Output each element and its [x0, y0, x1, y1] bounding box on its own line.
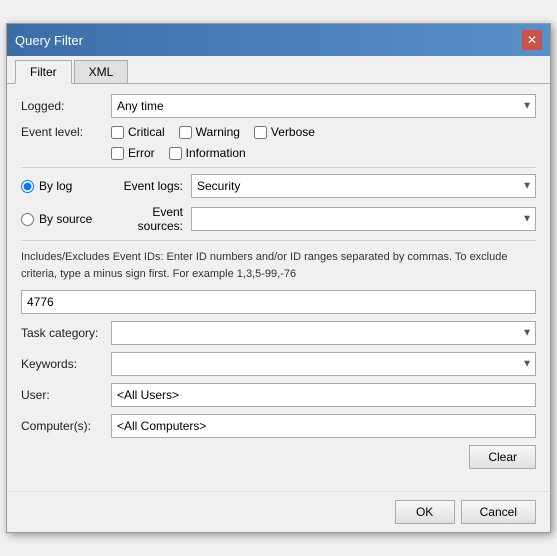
cancel-button[interactable]: Cancel — [461, 500, 536, 524]
checkbox-warning-label: Warning — [196, 125, 240, 139]
logged-label: Logged: — [21, 99, 111, 113]
filter-content: Logged: Any time ▼ Event level: Critical… — [7, 84, 550, 485]
clear-row: Clear — [21, 445, 536, 469]
checkbox-information-label: Information — [186, 146, 246, 160]
by-log-row: By log Event logs: Security ▼ — [21, 174, 536, 198]
checkbox-information[interactable]: Information — [169, 146, 246, 160]
ok-button[interactable]: OK — [395, 500, 455, 524]
tab-xml[interactable]: XML — [74, 60, 129, 83]
tab-bar: Filter XML — [7, 56, 550, 84]
event-logs-select-wrapper: Security ▼ — [191, 174, 536, 198]
checkbox-verbose-input[interactable] — [254, 126, 267, 139]
checkbox-error-label: Error — [128, 146, 155, 160]
task-category-label: Task category: — [21, 326, 111, 340]
checkbox-error[interactable]: Error — [111, 146, 155, 160]
keywords-select-wrapper: ▼ — [111, 352, 536, 376]
keywords-label: Keywords: — [21, 357, 111, 371]
event-id-row — [21, 290, 536, 314]
by-source-radio-label[interactable]: By source — [21, 212, 111, 226]
event-level-row: Event level: Critical Warning Verbose — [21, 125, 536, 139]
keywords-select[interactable] — [111, 352, 536, 376]
checkbox-critical-input[interactable] — [111, 126, 124, 139]
logged-select[interactable]: Any time — [111, 94, 536, 118]
clear-button[interactable]: Clear — [469, 445, 536, 469]
by-log-label: By log — [39, 179, 72, 193]
checkbox-critical[interactable]: Critical — [111, 125, 165, 139]
event-id-input[interactable] — [21, 290, 536, 314]
title-bar: Query Filter ✕ — [7, 24, 550, 56]
divider1 — [21, 167, 536, 168]
task-category-select-wrapper: ▼ — [111, 321, 536, 345]
logged-select-wrapper: Any time ▼ — [111, 94, 536, 118]
checkbox-warning-input[interactable] — [179, 126, 192, 139]
by-source-label: By source — [39, 212, 92, 226]
by-log-radio[interactable] — [21, 180, 34, 193]
checkbox-group: Critical Warning Verbose — [111, 125, 315, 139]
checkbox-verbose-label: Verbose — [271, 125, 315, 139]
task-category-row: Task category: ▼ — [21, 321, 536, 345]
user-input[interactable] — [111, 383, 536, 407]
logged-row: Logged: Any time ▼ — [21, 94, 536, 118]
checkbox-information-input[interactable] — [169, 147, 182, 160]
bottom-buttons: OK Cancel — [7, 491, 550, 532]
by-source-row: By source Event sources: ▼ — [21, 205, 536, 233]
query-filter-dialog: Query Filter ✕ Filter XML Logged: Any ti… — [6, 23, 551, 533]
dialog-title: Query Filter — [15, 33, 83, 48]
event-logs-select[interactable]: Security — [191, 174, 536, 198]
by-log-radio-label[interactable]: By log — [21, 179, 111, 193]
checkbox-group2: Error Information — [111, 146, 246, 160]
by-source-radio[interactable] — [21, 213, 34, 226]
event-sources-label: Event sources: — [111, 205, 191, 233]
checkbox-verbose[interactable]: Verbose — [254, 125, 315, 139]
user-label: User: — [21, 388, 111, 402]
event-sources-select-wrapper: ▼ — [191, 207, 536, 231]
computer-input[interactable] — [111, 414, 536, 438]
event-level-label: Event level: — [21, 125, 111, 139]
divider2 — [21, 240, 536, 241]
checkbox-error-input[interactable] — [111, 147, 124, 160]
computer-label: Computer(s): — [21, 419, 111, 433]
checkbox-critical-label: Critical — [128, 125, 165, 139]
computer-row: Computer(s): — [21, 414, 536, 438]
checkbox-warning[interactable]: Warning — [179, 125, 240, 139]
tab-filter[interactable]: Filter — [15, 60, 72, 84]
description-text: Includes/Excludes Event IDs: Enter ID nu… — [21, 247, 536, 284]
close-button[interactable]: ✕ — [522, 30, 542, 50]
event-sources-select[interactable] — [191, 207, 536, 231]
event-logs-label: Event logs: — [111, 179, 191, 193]
event-level-row2: Error Information — [21, 146, 536, 160]
user-row: User: — [21, 383, 536, 407]
keywords-row: Keywords: ▼ — [21, 352, 536, 376]
task-category-select[interactable] — [111, 321, 536, 345]
